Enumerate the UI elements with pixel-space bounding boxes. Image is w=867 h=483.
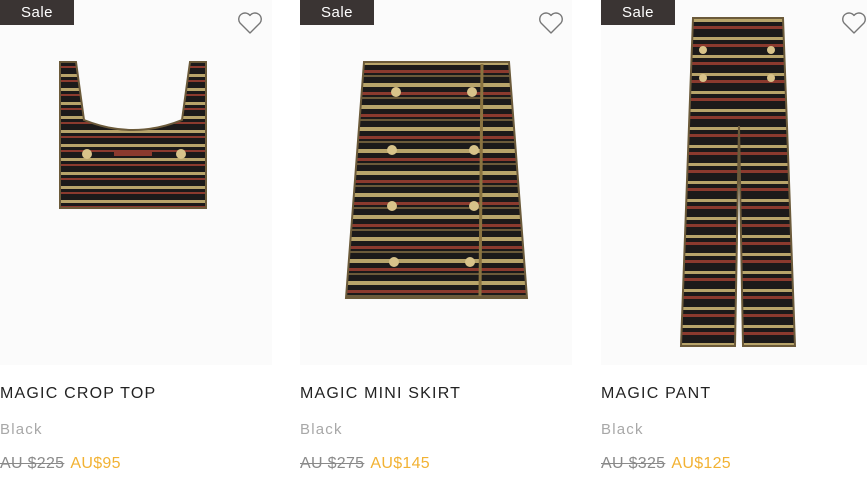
original-price: AU $275: [300, 455, 365, 472]
pant-image: [679, 17, 797, 347]
product-color: Black: [601, 421, 644, 438]
product-color: Black: [0, 421, 43, 438]
heart-outline-icon[interactable]: [237, 11, 263, 35]
heart-outline-icon[interactable]: [841, 11, 867, 35]
original-price: AU $325: [601, 455, 666, 472]
product-price: AU $275 AU$145: [300, 455, 430, 473]
original-price: AU $225: [0, 455, 65, 472]
sale-price: AU$125: [671, 455, 731, 472]
product-image[interactable]: [601, 0, 867, 365]
heart-outline-icon[interactable]: [538, 11, 564, 35]
sale-price: AU$95: [70, 455, 121, 472]
sale-badge: Sale: [0, 0, 75, 25]
sale-badge: Sale: [300, 0, 375, 25]
product-price: AU $325 AU$125: [601, 455, 731, 473]
product-image[interactable]: [0, 0, 272, 365]
product-price: AU $225 AU$95: [0, 455, 121, 473]
product-name[interactable]: MAGIC CROP TOP: [0, 385, 156, 403]
product-card[interactable]: Sale MAGIC PANT Black AU $325 AU$125: [601, 0, 867, 483]
product-card[interactable]: Sale MAGIC MINI SKIRT Black AU $275 AU$14…: [300, 0, 572, 483]
product-color: Black: [300, 421, 343, 438]
product-image[interactable]: [300, 0, 572, 365]
mini-skirt-image: [344, 61, 529, 299]
product-name[interactable]: MAGIC PANT: [601, 385, 711, 403]
crop-top-image: [59, 61, 207, 209]
product-card[interactable]: Sale MAGIC CROP TOP Black AU $225 AU$95: [0, 0, 272, 483]
sale-price: AU$145: [370, 455, 430, 472]
sale-badge: Sale: [601, 0, 676, 25]
product-name[interactable]: MAGIC MINI SKIRT: [300, 385, 461, 403]
